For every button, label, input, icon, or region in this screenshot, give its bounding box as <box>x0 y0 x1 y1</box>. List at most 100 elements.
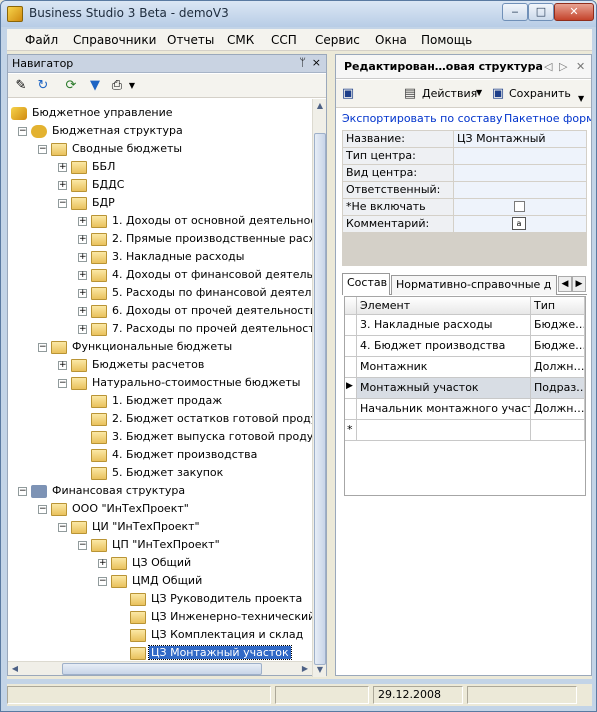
folder-icon <box>91 323 107 336</box>
save-icon: ▣ <box>491 86 505 101</box>
scroll-thumb[interactable] <box>314 133 326 665</box>
maximize-button[interactable]: □ <box>528 3 554 21</box>
property-row: *Не включать ниже: <box>342 199 587 226</box>
collapse-icon[interactable]: − <box>58 379 67 388</box>
toolbar-overflow-icon[interactable]: ▼ <box>578 94 584 103</box>
menu-directories[interactable]: Справочники <box>73 33 156 47</box>
scroll-thumb[interactable] <box>62 663 262 675</box>
close-tab-icon[interactable]: ✕ <box>576 60 585 73</box>
responsible-field[interactable] <box>454 182 586 198</box>
scroll-up-icon[interactable]: ▲ <box>313 99 327 113</box>
grid-cell-type[interactable]: Бюдже… <box>531 336 585 357</box>
save-button[interactable]: Сохранить <box>509 87 571 100</box>
editor-title[interactable]: Редактирован…овая структура <box>344 60 543 73</box>
grid-cell-type[interactable]: Должн… <box>531 357 585 378</box>
collapse-icon[interactable]: − <box>98 577 107 586</box>
menu-reports[interactable]: Отчеты <box>167 33 214 47</box>
next-tab-icon[interactable]: ▷ <box>559 60 567 73</box>
new-row-cell[interactable] <box>531 420 585 441</box>
refresh-icon[interactable]: ↻ <box>35 78 51 94</box>
collapse-icon[interactable]: − <box>58 523 67 532</box>
tab-reference-data[interactable]: Нормативно-справочные д <box>391 275 557 295</box>
tree-node-label: 4. Бюджет производства <box>112 448 258 461</box>
expand-icon[interactable]: + <box>78 325 87 334</box>
tree-node-label: 2. Бюджет остатков готовой продук <box>112 412 312 425</box>
close-button[interactable]: ✕ <box>554 3 594 21</box>
grid-cell-element[interactable]: Начальник монтажного участка <box>357 399 531 420</box>
menu-windows[interactable]: Окна <box>375 33 407 47</box>
dropdown-arrow-icon[interactable]: ▼ <box>124 78 140 94</box>
close-pane-icon[interactable]: × <box>312 56 321 69</box>
column-header-element[interactable]: Элемент <box>357 297 531 315</box>
expand-icon[interactable]: + <box>78 307 87 316</box>
new-row-cell[interactable] <box>357 420 531 441</box>
expand-icon[interactable]: + <box>58 163 67 172</box>
actions-button[interactable]: Действия <box>422 87 477 100</box>
save-icon[interactable]: ▣ <box>340 86 356 102</box>
expand-icon[interactable]: + <box>78 289 87 298</box>
navigator-horizontal-scrollbar[interactable]: ◀ ▶ <box>8 661 312 675</box>
navigator-vertical-scrollbar[interactable]: ▲ ▼ <box>312 99 326 677</box>
property-label: Ответственный: <box>343 182 453 198</box>
tab-scroll-right-icon[interactable]: ▶ <box>572 276 586 292</box>
grid-cell-type[interactable]: Должн… <box>531 399 585 420</box>
comment-field[interactable]: a <box>454 216 586 232</box>
column-header-type[interactable]: Тип <box>531 297 585 315</box>
property-row: Комментарий: a <box>342 216 587 233</box>
grid-cell-element[interactable]: Монтажник <box>357 357 531 378</box>
tree-node-label: Бюджетная структура <box>52 124 183 137</box>
menu-bsc[interactable]: ССП <box>271 33 297 47</box>
scroll-right-icon[interactable]: ▶ <box>298 662 312 676</box>
collapse-icon[interactable]: − <box>58 199 67 208</box>
grid-cell-element[interactable]: 4. Бюджет производства <box>357 336 531 357</box>
print-icon[interactable]: ⎙ <box>109 78 125 94</box>
center-kind-field[interactable] <box>454 165 586 181</box>
grid-cell-element[interactable]: 3. Накладные расходы <box>357 315 531 336</box>
exclude-below-checkbox[interactable] <box>514 201 525 212</box>
comment-editor-icon[interactable]: a <box>512 217 526 230</box>
tree-node-label: 1. Доходы от основной деятельност <box>112 214 312 227</box>
grid-cell-element-selected[interactable]: Монтажный участок <box>357 378 531 399</box>
row-indicator <box>345 399 357 420</box>
tree-node-label: ЦИ "ИнТехПроект" <box>92 520 200 533</box>
expand-icon[interactable]: + <box>58 181 67 190</box>
expand-icon[interactable]: + <box>78 253 87 262</box>
menu-file[interactable]: Файл <box>25 33 58 47</box>
filter-icon[interactable]: ▼ <box>87 78 103 94</box>
minimize-button[interactable]: ‒ <box>502 3 528 21</box>
status-panel <box>275 686 369 704</box>
collapse-icon[interactable]: − <box>38 505 47 514</box>
grid-cell-type[interactable]: Бюдже… <box>531 315 585 336</box>
grid-cell-type-selected[interactable]: Подраз… <box>531 378 585 399</box>
collapse-icon[interactable]: − <box>18 487 27 496</box>
menu-service[interactable]: Сервис <box>315 33 360 47</box>
collapse-icon[interactable]: − <box>78 541 87 550</box>
sync-icon[interactable]: ⟳ <box>63 78 79 94</box>
export-by-composition-link[interactable]: Экспортировать по составу <box>342 112 503 125</box>
tab-scroll-left-icon[interactable]: ◀ <box>558 276 572 292</box>
tree-node-label: ЦЗ Монтажный участок <box>148 645 292 660</box>
menu-qms[interactable]: СМК <box>227 33 254 47</box>
scroll-down-icon[interactable]: ▼ <box>313 663 327 677</box>
menu-help[interactable]: Помощь <box>421 33 472 47</box>
collapse-icon[interactable]: − <box>18 127 27 136</box>
collapse-icon[interactable]: − <box>38 343 47 352</box>
folder-icon <box>91 431 107 444</box>
expand-icon[interactable]: + <box>78 271 87 280</box>
expand-icon[interactable]: + <box>58 361 67 370</box>
pin-icon[interactable]: ᛘ <box>299 56 306 69</box>
actions-dropdown-icon[interactable]: ▼ <box>476 88 482 97</box>
expand-icon[interactable]: + <box>78 217 87 226</box>
prev-tab-icon[interactable]: ◁ <box>544 60 552 73</box>
navigator-header: Навигатор ᛘ × <box>8 55 326 73</box>
edit-icon[interactable]: ✎ <box>13 78 29 94</box>
center-type-field[interactable] <box>454 148 586 164</box>
batch-form-link[interactable]: Пакетное форм <box>504 112 591 125</box>
scroll-left-icon[interactable]: ◀ <box>8 662 22 676</box>
workspace: Навигатор ᛘ × ✎ ↻ ⟳ ▼ ⎙ ▼ Бюджетное упра… <box>7 51 592 679</box>
expand-icon[interactable]: + <box>78 235 87 244</box>
collapse-icon[interactable]: − <box>38 145 47 154</box>
tab-composition[interactable]: Состав <box>342 273 390 295</box>
name-field[interactable]: ЦЗ Монтажный участок <box>454 131 586 158</box>
expand-icon[interactable]: + <box>98 559 107 568</box>
